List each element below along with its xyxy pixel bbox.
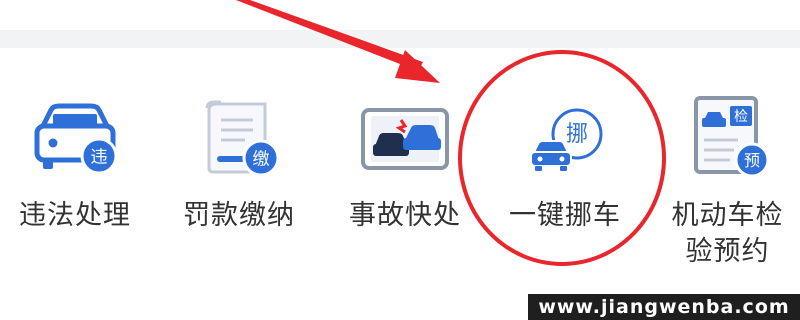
service-label-line2: 验预约 — [685, 236, 770, 267]
fine-document-icon: 缴 — [193, 98, 285, 180]
service-label: 违法处理 — [19, 200, 131, 231]
badge-text: 缴 — [253, 150, 270, 170]
service-label: 事故快处 — [349, 200, 461, 231]
service-label: 机动车检 验预约 — [655, 198, 800, 270]
move-car-icon: 挪 — [519, 98, 611, 180]
service-grid: 违 违法处理 缴 罚款缴纳 事故快处 挪 一键挪车 检 预 机动车检 验预约 — [0, 0, 800, 272]
service-violation-handling[interactable]: 违 违法处理 — [0, 48, 150, 258]
badge-text: 违 — [91, 148, 108, 168]
inspection-form-icon: 检 预 — [682, 96, 774, 178]
badge-top-text: 检 — [734, 109, 748, 125]
car-violation-icon: 违 — [29, 98, 121, 180]
service-accident-quick[interactable]: 事故快处 — [330, 48, 480, 258]
accident-phone-icon — [359, 98, 451, 180]
watermark: www.jiangwenba.com — [528, 294, 800, 320]
badge-text: 预 — [743, 151, 759, 170]
service-label: 一键挪车 — [509, 200, 621, 231]
service-vehicle-inspection-booking[interactable]: 检 预 机动车检 验预约 — [655, 48, 800, 267]
service-fine-payment[interactable]: 缴 罚款缴纳 — [164, 48, 314, 258]
service-label: 罚款缴纳 — [183, 200, 295, 231]
badge-text: 挪 — [566, 122, 588, 147]
service-one-click-move-car[interactable]: 挪 一键挪车 — [490, 48, 640, 258]
service-label-line1: 机动车检 — [671, 200, 784, 231]
